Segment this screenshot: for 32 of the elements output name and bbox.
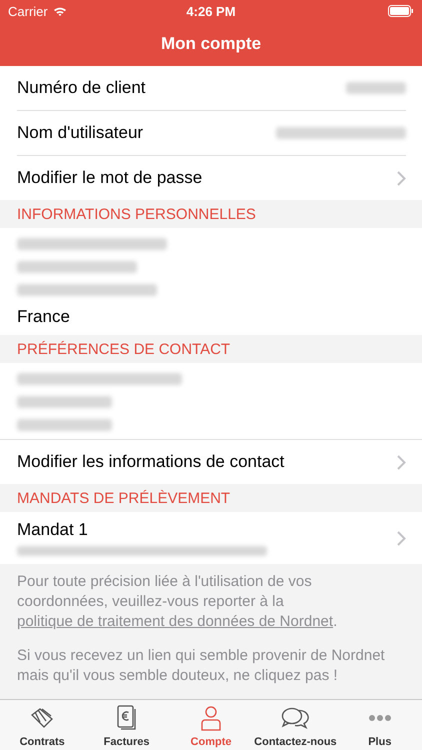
list-row[interactable]: Mandat 1 bbox=[0, 512, 422, 564]
cards-icon bbox=[29, 707, 56, 729]
more-icon bbox=[368, 714, 392, 722]
tab-item[interactable]: Contactez-nous bbox=[253, 700, 338, 750]
chevron-icon bbox=[397, 454, 406, 470]
row-label: Modifier le mot de passe bbox=[17, 168, 204, 188]
wifi-icon bbox=[52, 6, 67, 16]
chevron-icon bbox=[397, 170, 406, 186]
chevron-icon bbox=[397, 530, 406, 546]
row-label: Modifier les informations de contact bbox=[17, 452, 286, 472]
row-label: Numéro de client bbox=[17, 78, 147, 98]
carrier-name: Carrier bbox=[8, 4, 48, 18]
battery-icon bbox=[388, 5, 414, 17]
tab-item[interactable]: Contrats bbox=[0, 700, 84, 750]
tab-item[interactable]: Compte bbox=[168, 700, 254, 750]
redacted-text bbox=[346, 82, 406, 94]
address-country: France bbox=[17, 307, 71, 327]
tab-item[interactable]: Plus bbox=[338, 700, 422, 750]
row-title: Mandat 1 bbox=[17, 520, 89, 540]
list-row[interactable]: Modifier les informations de contact bbox=[0, 440, 422, 484]
list-row[interactable]: Numéro de client bbox=[0, 66, 422, 111]
info-paragraph: Pour toute précision liée à l'utilisation de vos coordonnées, veuillez-vous reporter à la politique de traitement des données de Nordnet. bbox=[17, 572, 338, 632]
clock-time: 4:26 PM bbox=[186, 4, 236, 18]
chat-icon bbox=[281, 707, 310, 729]
list-row[interactable]: Modifier le mot de passe bbox=[0, 156, 422, 200]
person-icon bbox=[200, 705, 222, 731]
tab-item[interactable]: Factures bbox=[84, 700, 169, 750]
info-paragraph: Si vous recevez un lien qui semble provenir de Nordnet mais qu'il vous semble douteux, ne cliquez pas ! bbox=[17, 646, 386, 686]
invoice-icon bbox=[116, 705, 138, 731]
list-row[interactable]: Nom d'utilisateur bbox=[0, 111, 422, 156]
screen-title: Mon compte bbox=[160, 34, 262, 54]
row-label: Nom d'utilisateur bbox=[17, 123, 144, 143]
